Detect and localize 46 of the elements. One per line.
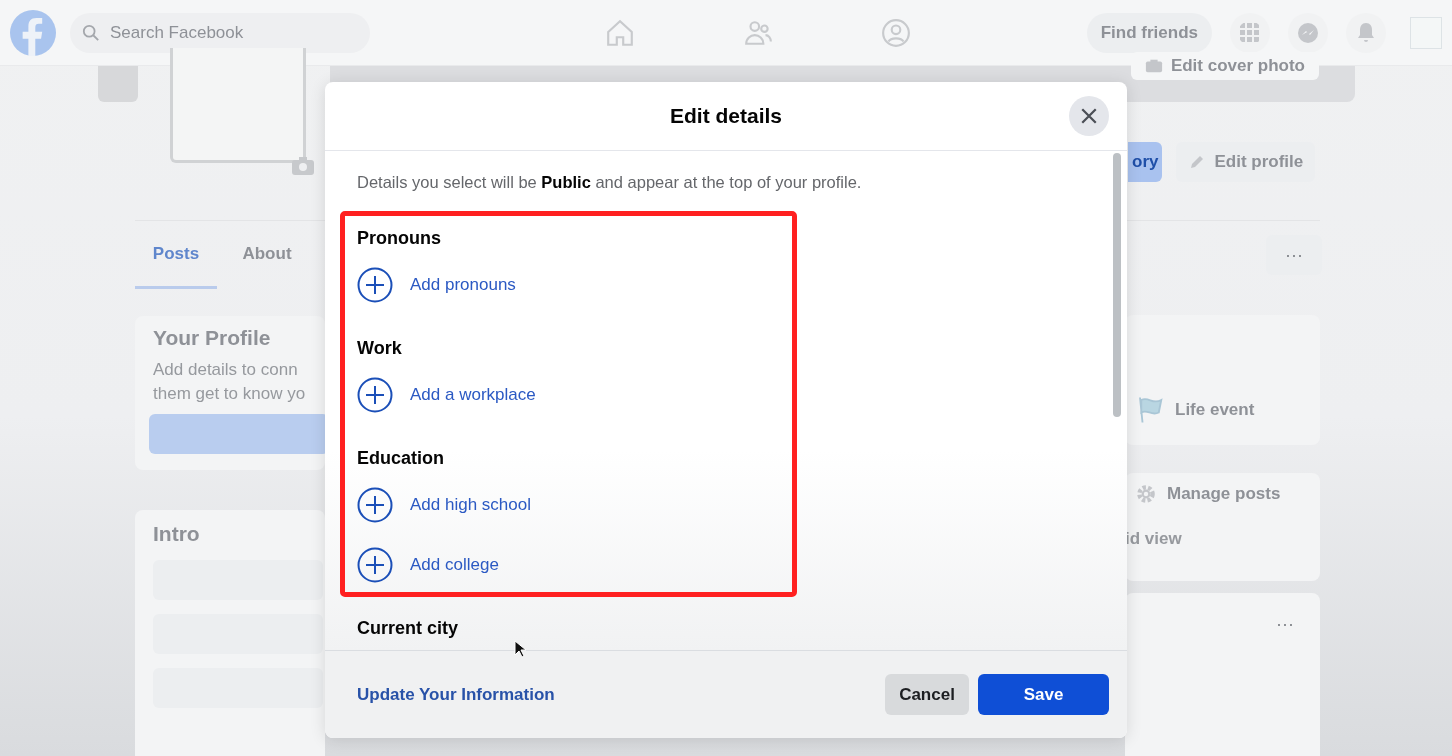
add-link[interactable]: Add high school bbox=[357, 480, 531, 530]
life-event-button[interactable]: Life event bbox=[1125, 389, 1265, 431]
card-text: Add details to conn bbox=[153, 359, 299, 381]
save-button[interactable]: Save bbox=[978, 674, 1109, 715]
section-heading: Current city bbox=[357, 617, 460, 640]
home-icon[interactable] bbox=[605, 17, 636, 48]
notice-text: Details you select will be Public and appear at the top of your profile. bbox=[357, 172, 863, 193]
more-button[interactable]: ··· bbox=[1270, 613, 1300, 636]
camera-icon bbox=[1144, 58, 1163, 74]
card-text: them get to know yo bbox=[153, 383, 307, 405]
plus-circle-icon bbox=[357, 487, 393, 523]
grid-menu-icon[interactable] bbox=[1230, 12, 1270, 53]
close-button[interactable] bbox=[1069, 96, 1109, 136]
profile-tab[interactable]: About bbox=[235, 221, 299, 289]
gear-icon bbox=[1135, 483, 1157, 505]
add-link[interactable]: Add college bbox=[357, 540, 499, 590]
add-link[interactable]: Add a workplace bbox=[357, 370, 536, 420]
section-heading: Pronouns bbox=[357, 227, 442, 250]
messenger-icon[interactable] bbox=[1288, 12, 1328, 53]
facebook-logo-icon[interactable] bbox=[10, 9, 56, 56]
section-heading: Work bbox=[357, 337, 403, 360]
card-title: Your Profile bbox=[153, 326, 272, 350]
bell-icon[interactable] bbox=[1346, 12, 1386, 53]
edit-cover-button[interactable]: Edit cover photo bbox=[1130, 52, 1319, 80]
update-information-link[interactable]: Update Your Information bbox=[357, 684, 555, 705]
search-field[interactable]: Search Facebook bbox=[70, 12, 370, 53]
card-title: Intro bbox=[153, 522, 201, 546]
profile-tab[interactable]: Posts bbox=[135, 221, 217, 289]
search-icon bbox=[82, 23, 100, 42]
close-icon bbox=[1080, 107, 1098, 125]
manage-posts-button[interactable]: Manage posts bbox=[1125, 477, 1291, 511]
section-heading: Education bbox=[357, 447, 445, 470]
story-button[interactable]: ory bbox=[1128, 142, 1163, 182]
add-link[interactable]: Add pronouns bbox=[357, 260, 516, 310]
dialog-title: Edit details bbox=[670, 104, 782, 128]
plus-circle-icon bbox=[357, 267, 393, 303]
plus-circle-icon bbox=[357, 547, 393, 583]
avatar-thumbnail[interactable] bbox=[1410, 16, 1442, 49]
scrollbar-thumb[interactable] bbox=[1113, 153, 1121, 417]
cursor-icon bbox=[514, 640, 526, 658]
camera-icon[interactable] bbox=[291, 156, 315, 176]
plus-circle-icon bbox=[357, 377, 393, 413]
cancel-button[interactable]: Cancel bbox=[885, 674, 969, 715]
edit-profile-button[interactable]: Edit profile bbox=[1176, 142, 1316, 182]
user-circle-icon[interactable] bbox=[881, 17, 912, 48]
find-friends-button[interactable]: Find friends bbox=[1086, 12, 1212, 53]
